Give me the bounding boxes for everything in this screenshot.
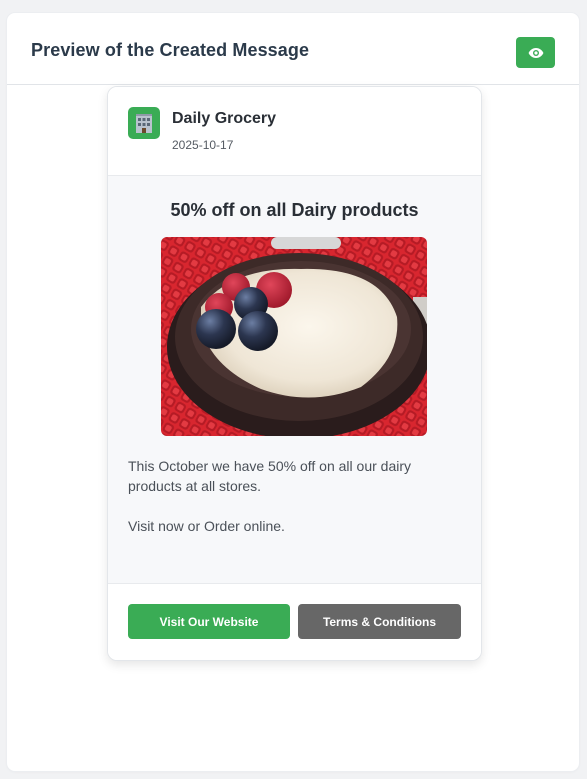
message-text: This October we have 50% off on all our … (128, 456, 448, 536)
message-paragraph: Visit now or Order online. (128, 518, 285, 534)
offer-image (161, 237, 427, 436)
panel-title: Preview of the Created Message (31, 40, 310, 60)
message-card: Daily Grocery 2025-10-17 50% off on all … (107, 86, 482, 661)
message-body: 50% off on all Dairy products This Octob… (108, 176, 481, 584)
terms-conditions-button[interactable]: Terms & Conditions (298, 604, 461, 639)
sender-avatar (128, 107, 160, 139)
message-paragraph: This October we have 50% off on all our … (128, 458, 412, 494)
message-actions: Visit Our Website Terms & Conditions (108, 584, 481, 660)
visit-website-button[interactable]: Visit Our Website (128, 604, 290, 639)
message-title: 50% off on all Dairy products (170, 200, 419, 220)
sender-name: Daily Grocery (172, 110, 277, 127)
message-header: Daily Grocery 2025-10-17 (108, 87, 481, 176)
panel-header: Preview of the Created Message (7, 13, 579, 85)
message-preview-panel: Preview of the Created Message Daily Gro… (7, 13, 579, 771)
message-date: 2025-10-17 (172, 138, 234, 152)
preview-toggle-button[interactable] (516, 37, 555, 68)
eye-icon (528, 47, 543, 58)
yogurt-bowl-illustration (161, 237, 427, 436)
building-icon (136, 114, 152, 133)
